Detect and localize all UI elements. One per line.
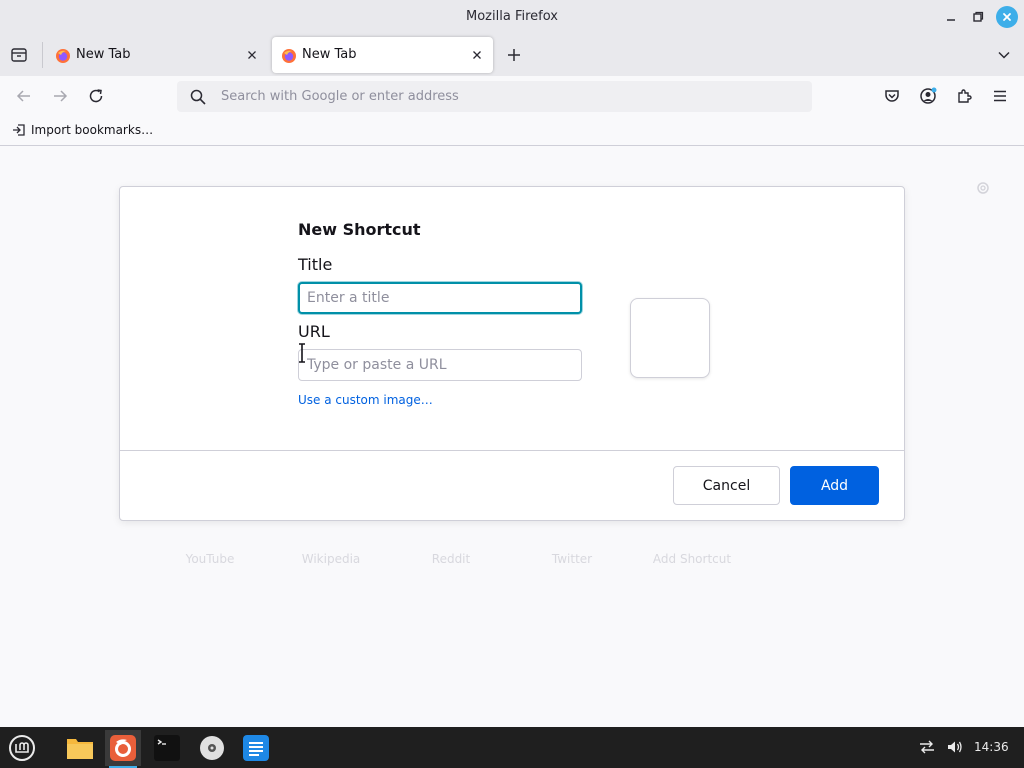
title-input[interactable] [298,282,582,314]
extensions-button[interactable] [953,85,975,107]
shortcut-tiles: YouTube Wikipedia Reddit Twitter Add Sho… [150,552,770,572]
tab-label: New Tab [302,47,357,62]
taskbar-files[interactable] [62,730,98,766]
firefox-view-button[interactable] [8,44,30,66]
dialog-heading: New Shortcut [298,220,421,239]
tab-new-tab-1[interactable]: New Tab [46,37,268,73]
window-title: Mozilla Firefox [466,9,558,24]
add-button[interactable]: Add [790,466,879,505]
import-icon [13,124,25,136]
firefox-view-icon [11,48,27,62]
close-window-button[interactable] [996,6,1018,28]
forward-button[interactable] [49,85,71,107]
navigation-toolbar [0,76,1024,116]
title-label: Title [298,255,333,274]
custom-image-link[interactable]: Use a custom image… [298,393,433,407]
maximize-button[interactable] [967,6,989,28]
disc-icon [200,736,224,760]
menu-icon [9,735,35,761]
close-icon [248,51,256,59]
url-label: URL [298,322,330,341]
arrow-left-icon [16,90,30,102]
close-tab-button[interactable] [244,47,260,63]
tab-strip: New Tab New Tab [0,34,1024,76]
hamburger-menu-icon [994,90,1006,102]
plus-icon [508,49,520,61]
window-titlebar: Mozilla Firefox [0,0,1024,34]
app-menu-button[interactable] [989,85,1011,107]
new-shortcut-dialog: New Shortcut Title URL Use a custom imag… [119,186,905,521]
close-icon [1003,13,1011,21]
firefox-icon [110,735,136,761]
new-tab-button[interactable] [503,44,525,66]
search-icon [190,89,206,105]
reload-button[interactable] [85,85,107,107]
firefox-icon [282,49,296,63]
url-input-field[interactable] [298,349,582,381]
start-menu-button[interactable] [4,730,40,766]
account-button[interactable] [917,85,939,107]
taskbar-text-editor[interactable] [238,730,274,766]
text-cursor-icon [299,343,305,363]
reload-icon [89,89,103,103]
shortcut-tile-add[interactable]: Add Shortcut [632,552,752,566]
volume-indicator[interactable] [946,739,964,755]
terminal-icon [154,735,180,761]
tab-label: New Tab [76,47,131,62]
restore-icon [973,11,984,22]
firefox-icon [56,49,70,63]
taskbar-firefox[interactable] [105,730,141,768]
account-icon [920,87,937,104]
tab-separator [42,42,43,68]
arrow-right-icon [54,90,68,102]
puzzle-icon [958,89,972,103]
bookmarks-toolbar: Import bookmarks… [0,116,1024,146]
close-tab-button[interactable] [469,47,485,63]
text-editor-icon [243,735,269,761]
shortcut-tile-youtube[interactable]: YouTube [150,552,270,566]
shortcut-tile-wikipedia[interactable]: Wikipedia [271,552,391,566]
import-bookmarks-label: Import bookmarks… [31,123,154,137]
close-icon [473,51,481,59]
taskbar-disc[interactable] [194,730,230,766]
shortcut-preview-tile [630,298,710,378]
cancel-button[interactable]: Cancel [673,466,780,505]
clock[interactable]: 14:36 [974,740,1009,754]
address-bar[interactable] [177,81,812,112]
url-input[interactable] [221,81,781,112]
files-icon [67,739,93,759]
minimize-icon [947,19,955,21]
volume-icon [948,741,962,753]
shortcut-tile-reddit[interactable]: Reddit [391,552,511,566]
list-all-tabs-button[interactable] [993,44,1015,66]
shortcut-tile-twitter[interactable]: Twitter [512,552,632,566]
back-button[interactable] [13,85,35,107]
pocket-button[interactable] [881,85,903,107]
dialog-divider [120,450,904,451]
import-bookmarks-button[interactable]: Import bookmarks… [12,123,153,137]
taskbar-terminal[interactable] [149,730,185,766]
tab-new-tab-2[interactable]: New Tab [272,37,493,73]
network-icon [920,740,934,754]
taskbar: 14:36 [0,727,1024,768]
minimize-button[interactable] [940,6,962,28]
pocket-icon [885,90,899,102]
gear-icon[interactable] [975,180,991,196]
chevron-down-icon [998,51,1010,59]
network-indicator[interactable] [918,739,936,755]
